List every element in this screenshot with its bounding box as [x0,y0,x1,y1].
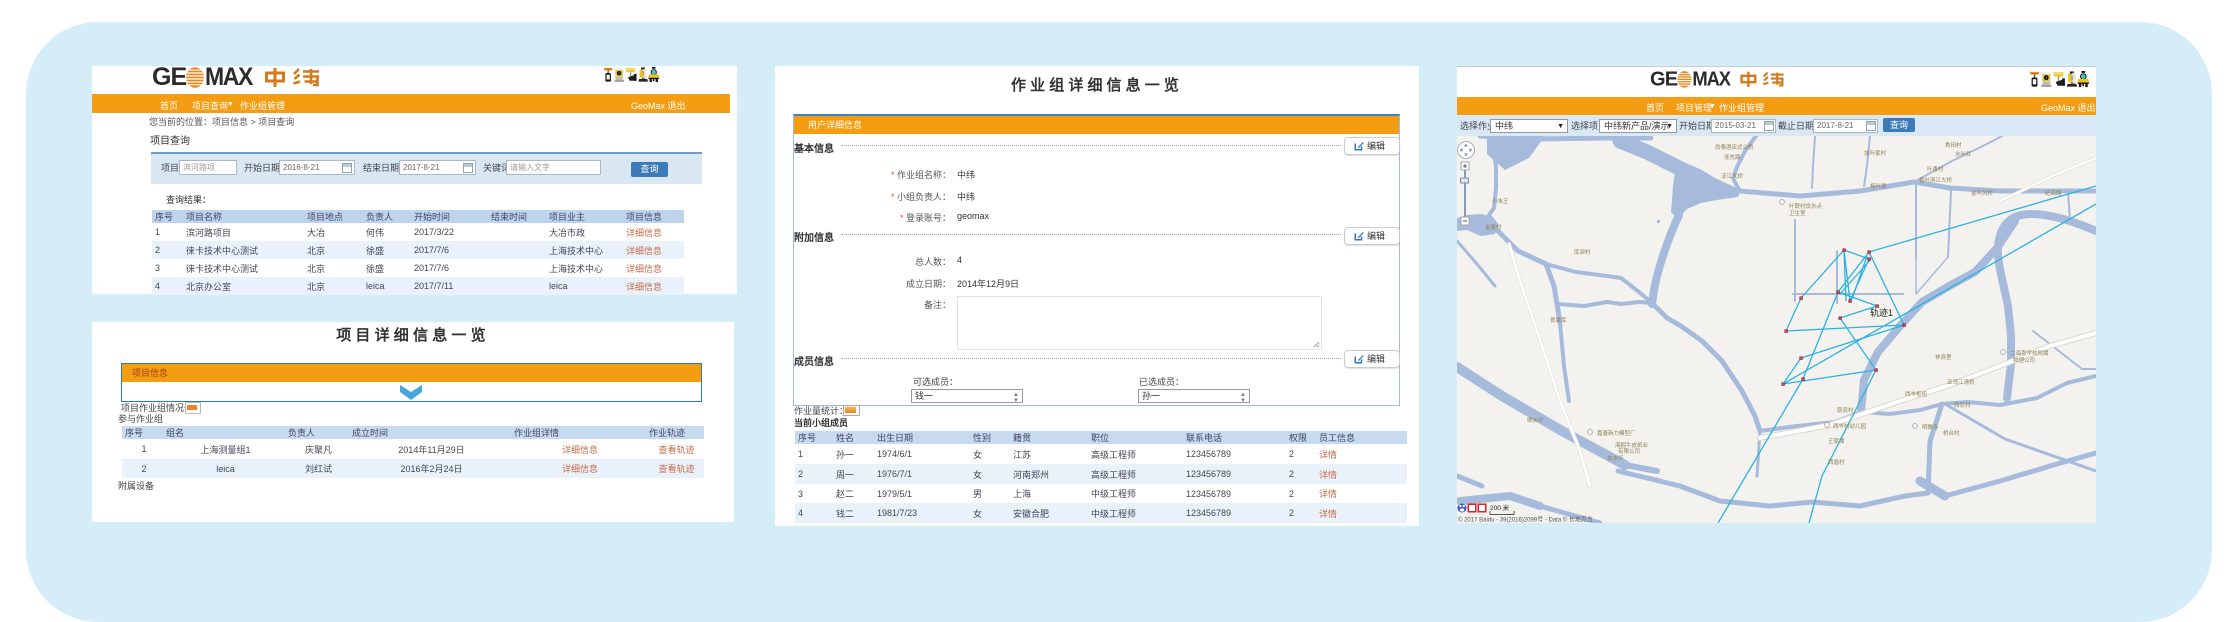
svg-text:西岑枢纽: 西岑枢纽 [1905,390,1928,398]
svg-text:王家埭: 王家埭 [1828,437,1845,445]
svg-text:亚湾江湾桥: 亚湾江湾桥 [1947,378,1975,386]
svg-text:杨叶路: 杨叶路 [1870,182,1887,190]
svg-text:二海恩学校附属: 二海恩学校附属 [2010,349,2049,357]
svg-text:水叶红: 水叶红 [1955,150,1972,158]
svg-text:晒乡圩: 晒乡圩 [1527,416,1544,424]
svg-text:轨迹1: 轨迹1 [1870,307,1893,318]
svg-text:西岑村幼儿园: 西岑村幼儿园 [1833,422,1867,430]
svg-text:金叶风桥: 金叶风桥 [1971,189,1994,197]
svg-text:纪高路: 纪高路 [2045,189,2062,197]
svg-text:小朱王: 小朱王 [1492,197,1509,205]
svg-text:嘉善新力模型厂: 嘉善新力模型厂 [1597,429,1636,437]
svg-text:西眉村: 西眉村 [1828,458,1845,466]
svg-text:尚泰酒店式公桥: 尚泰酒店式公桥 [1715,143,1754,151]
svg-text:取农村: 取农村 [1837,406,1854,414]
svg-text:200 米: 200 米 [1490,503,1510,512]
svg-text:加叶家村: 加叶家村 [1864,149,1887,157]
svg-text:西农村: 西农村 [1954,401,1971,409]
svg-text:有限公司: 有限公司 [1618,447,1640,455]
svg-text:央水圩: 央水圩 [1607,454,1624,462]
svg-text:香叶滨江大桥: 香叶滨江大桥 [1919,176,1953,184]
svg-text:桥台村: 桥台村 [1943,429,1960,437]
svg-text:物理公司: 物理公司 [2013,356,2035,364]
svg-text:贺家厍: 贺家厍 [1550,316,1567,324]
svg-text:卫生室: 卫生室 [1789,209,1806,217]
svg-text:明教寺: 明教寺 [1922,423,1939,431]
svg-text:连先路: 连先路 [1724,153,1741,161]
svg-text:淀江大桥: 淀江大桥 [1721,172,1744,180]
svg-text:金屋村: 金屋村 [1485,223,1502,231]
svg-text:厍泖村: 厍泖村 [1574,248,1591,256]
svg-text:秀田村: 秀田村 [1945,141,1962,149]
svg-text:叶香村: 叶香村 [1927,165,1944,173]
svg-text:祥浪里: 祥浪里 [1935,353,1952,361]
svg-text:叶联村饮水点: 叶联村饮水点 [1789,202,1823,210]
svg-text:© 2017 Baidu - 39(2016)2099号 -: © 2017 Baidu - 39(2016)2099号 - Data © 长地… [1458,516,1593,524]
svg-text:海鸥牛皮纸业: 海鸥牛皮纸业 [1615,441,1649,449]
